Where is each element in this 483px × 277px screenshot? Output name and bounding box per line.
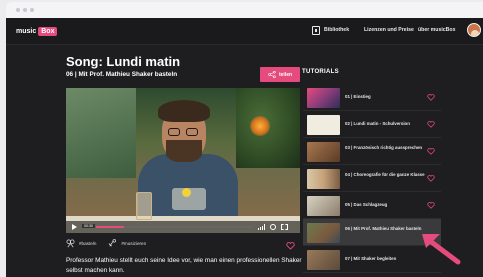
- user-avatar[interactable]: [467, 23, 481, 37]
- video-progress-fill: [96, 226, 125, 228]
- video-controls: 00:30: [66, 221, 300, 233]
- window-dot-maximize[interactable]: [30, 8, 34, 12]
- nav-about[interactable]: über musicBox: [418, 27, 455, 33]
- favorite-heart-icon[interactable]: [286, 242, 295, 250]
- tag-list: #basteln #musizieren: [66, 239, 146, 248]
- window-dot-minimize[interactable]: [23, 8, 27, 12]
- tutorial-item-05[interactable]: 05 | Das Schlagzeug: [303, 192, 441, 219]
- tutorial-item-03[interactable]: 03 | Französisch richtig aussprechen: [303, 138, 441, 165]
- tutorial-thumbnail: [307, 88, 340, 108]
- page-subtitle: 06 | Mit Prof. Mathieu Shaker basteln: [66, 71, 178, 78]
- tutorial-thumbnail: [307, 223, 340, 243]
- play-icon[interactable]: [72, 224, 77, 230]
- video-lamp: [250, 116, 270, 136]
- tutorial-thumbnail: [307, 196, 340, 216]
- settings-gear-icon[interactable]: [270, 224, 276, 230]
- tutorial-thumbnail: [307, 142, 340, 162]
- tutorial-item-04[interactable]: 04 | Choreografie für die ganze Klasse: [303, 165, 441, 192]
- volume-icon[interactable]: [258, 224, 266, 230]
- tutorial-heart-icon[interactable]: [427, 202, 435, 209]
- tutorial-heart-icon[interactable]: [427, 148, 435, 155]
- tutorial-thumbnail: [307, 115, 340, 135]
- share-button[interactable]: teilen: [260, 67, 300, 82]
- tutorial-label: 06 | Mit Prof. Mathieu Shaker basteln: [345, 226, 422, 231]
- craft-icon: [66, 239, 75, 248]
- video-person-beard: [166, 140, 202, 162]
- brand-name-music: music: [16, 28, 37, 35]
- video-window: [66, 88, 136, 178]
- fullscreen-icon[interactable]: [281, 224, 288, 230]
- tag-musizieren[interactable]: #musizieren: [108, 239, 146, 248]
- video-jar: [136, 192, 152, 220]
- tutorials-heading: TUTORIALS: [302, 69, 339, 75]
- top-navigation: music Box Bibliothek Lizenzen und Preise…: [6, 18, 483, 45]
- tutorial-label: 02 | Lundi matin - Schulversion: [345, 121, 410, 126]
- tutorial-label: 04 | Choreografie für die ganze Klasse: [345, 172, 425, 177]
- tag-label: #musizieren: [121, 241, 147, 246]
- tutorial-label: 03 | Französisch richtig aussprechen: [345, 145, 423, 150]
- tutorial-item-01[interactable]: 01 | Einstieg: [303, 84, 441, 111]
- video-yellow-ball: [182, 188, 191, 197]
- app-viewport: music Box Bibliothek Lizenzen und Preise…: [6, 18, 483, 277]
- tutorial-thumbnail: [307, 169, 340, 189]
- library-icon[interactable]: [312, 26, 320, 35]
- browser-window: music Box Bibliothek Lizenzen und Preise…: [0, 0, 483, 277]
- tutorial-label: 07 | Mit Shaker begleiten: [345, 256, 397, 261]
- pointer-arrow-icon: [422, 234, 461, 265]
- window-dot-close[interactable]: [16, 8, 20, 12]
- tutorial-item-02[interactable]: 02 | Lundi matin - Schulversion: [303, 111, 441, 138]
- nav-licenses[interactable]: Lizenzen und Preise: [364, 27, 414, 33]
- video-glasses-right: [186, 128, 198, 136]
- tutorial-heart-icon[interactable]: [427, 121, 435, 128]
- brand-name-box: Box: [38, 27, 58, 36]
- video-glasses-left: [168, 128, 180, 136]
- video-progress-bar[interactable]: [96, 226, 252, 228]
- share-label: teilen: [278, 71, 293, 78]
- brand-logo[interactable]: music Box: [16, 26, 58, 37]
- tutorial-label: 01 | Einstieg: [345, 94, 371, 99]
- video-player[interactable]: 00:30: [66, 88, 300, 233]
- video-description: Professor Mathieu stellt euch seine Idee…: [66, 257, 302, 274]
- share-icon: [268, 71, 276, 78]
- music-icon: [108, 239, 117, 247]
- page-title: Song: Lundi matin: [66, 54, 181, 69]
- nav-library[interactable]: Bibliothek: [324, 27, 349, 33]
- video-person-hair: [158, 100, 210, 122]
- tutorial-heart-icon[interactable]: [427, 175, 435, 182]
- tag-basteln[interactable]: #basteln: [66, 239, 96, 248]
- tutorial-heart-icon[interactable]: [427, 94, 435, 101]
- tutorial-thumbnail: [307, 250, 340, 270]
- browser-chrome: [6, 2, 483, 18]
- tag-label: #basteln: [79, 241, 97, 246]
- video-time: 00:30: [82, 224, 95, 228]
- tutorial-label: 05 | Das Schlagzeug: [345, 202, 388, 207]
